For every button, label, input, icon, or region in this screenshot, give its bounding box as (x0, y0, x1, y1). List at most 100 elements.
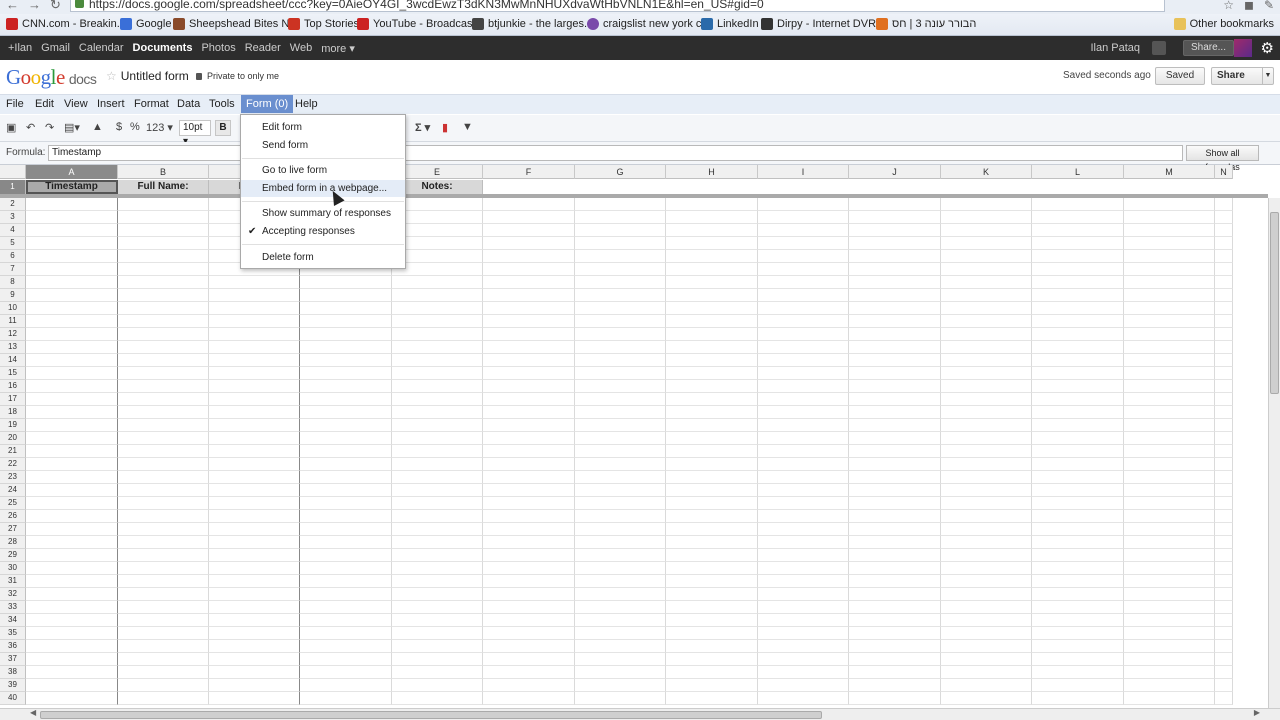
row-number[interactable]: 20 (0, 432, 26, 445)
grid-cell[interactable] (758, 562, 849, 575)
grid-cell[interactable] (575, 380, 666, 393)
grid-cell[interactable] (758, 549, 849, 562)
grid-cell[interactable] (666, 237, 758, 250)
grid-cell[interactable] (1215, 341, 1233, 354)
row-number[interactable]: 23 (0, 471, 26, 484)
grid-cell[interactable] (575, 432, 666, 445)
grid-cell[interactable] (392, 341, 483, 354)
menu-item-accepting-responses[interactable]: ✔ Accepting responses (241, 223, 405, 240)
grid-cell[interactable] (209, 575, 300, 588)
url-field[interactable]: https://docs.google.com/spreadsheet/ccc?… (70, 0, 1165, 12)
grid-cell[interactable] (118, 666, 209, 679)
grid-cell[interactable] (575, 354, 666, 367)
grid-cell[interactable] (1124, 354, 1215, 367)
grid-cell[interactable] (1032, 640, 1124, 653)
grid-cell[interactable] (118, 679, 209, 692)
grid-cell[interactable] (1124, 289, 1215, 302)
grid-cell[interactable] (392, 458, 483, 471)
grid-cell[interactable] (1215, 510, 1233, 523)
menu-form[interactable]: Form (0) (241, 95, 294, 113)
grid-cell[interactable] (941, 627, 1032, 640)
grid-cell[interactable] (941, 497, 1032, 510)
grid-cell[interactable] (941, 692, 1032, 705)
grid-cell[interactable] (1215, 523, 1233, 536)
grid-cell[interactable] (300, 302, 392, 315)
grid-cell[interactable] (1124, 380, 1215, 393)
grid-cell[interactable] (758, 627, 849, 640)
gbar-link-web[interactable]: Web (290, 42, 312, 55)
row-number[interactable]: 22 (0, 458, 26, 471)
grid-cell[interactable] (118, 263, 209, 276)
row-number[interactable]: 29 (0, 549, 26, 562)
grid-cell[interactable] (941, 393, 1032, 406)
grid-cell[interactable] (1215, 562, 1233, 575)
grid-cell[interactable] (483, 289, 575, 302)
grid-cell[interactable] (666, 263, 758, 276)
grid-cell[interactable] (666, 211, 758, 224)
grid-cell[interactable] (300, 692, 392, 705)
column-header-b[interactable]: B (118, 165, 209, 179)
currency-format-button[interactable]: $ (116, 121, 122, 133)
grid-cell[interactable] (209, 328, 300, 341)
scroll-left-icon[interactable]: ◀ (30, 708, 36, 717)
grid-cell[interactable] (483, 419, 575, 432)
grid-cell[interactable] (941, 601, 1032, 614)
grid-cell[interactable] (1124, 276, 1215, 289)
google-docs-logo[interactable]: Google docs (6, 65, 97, 90)
grid-cell[interactable] (1215, 211, 1233, 224)
grid-cell[interactable] (1215, 250, 1233, 263)
grid-cell[interactable] (1124, 250, 1215, 263)
grid-cell[interactable] (483, 250, 575, 263)
grid-cell[interactable] (1032, 510, 1124, 523)
grid-cell[interactable] (209, 601, 300, 614)
grid-cell[interactable] (209, 523, 300, 536)
grid-cell[interactable] (849, 601, 941, 614)
grid-cell[interactable] (849, 211, 941, 224)
grid-cell[interactable] (758, 198, 849, 211)
grid-cell[interactable] (849, 406, 941, 419)
grid-cell[interactable] (575, 419, 666, 432)
row-number[interactable]: 14 (0, 354, 26, 367)
row-number[interactable]: 35 (0, 627, 26, 640)
grid-cell[interactable] (849, 432, 941, 445)
vertical-scroll-thumb[interactable] (1270, 212, 1279, 394)
grid-cell[interactable] (118, 393, 209, 406)
grid-cell[interactable] (118, 432, 209, 445)
grid-cell[interactable] (1032, 276, 1124, 289)
grid-cell[interactable] (1032, 367, 1124, 380)
grid-cell[interactable] (392, 640, 483, 653)
grid-cell[interactable] (1032, 588, 1124, 601)
menu-item-send-form[interactable]: Send form (241, 137, 405, 154)
grid-cell[interactable] (26, 419, 118, 432)
user-name[interactable]: Ilan Pataq (1090, 42, 1140, 54)
grid-cell[interactable] (575, 692, 666, 705)
grid-cell[interactable] (118, 211, 209, 224)
redo-icon[interactable]: ↷ (45, 121, 54, 134)
grid-cell[interactable] (758, 263, 849, 276)
horizontal-scroll-thumb[interactable] (40, 711, 822, 719)
menu-insert[interactable]: Insert (97, 98, 125, 110)
row-number[interactable]: 3 (0, 211, 26, 224)
grid-cell[interactable] (209, 432, 300, 445)
grid-cell[interactable] (758, 276, 849, 289)
show-all-formulas-button[interactable]: Show all formulas (1186, 145, 1259, 172)
grid-cell[interactable] (209, 471, 300, 484)
menu-item-delete-form[interactable]: Delete form (241, 249, 405, 266)
grid-cell[interactable] (1124, 211, 1215, 224)
grid-cell[interactable] (1124, 601, 1215, 614)
grid-cell[interactable] (941, 367, 1032, 380)
grid-cell[interactable] (575, 601, 666, 614)
grid-cell[interactable] (392, 445, 483, 458)
grid-cell[interactable] (392, 575, 483, 588)
grid-cell[interactable] (26, 679, 118, 692)
grid-cell[interactable] (758, 354, 849, 367)
grid-cell[interactable] (300, 367, 392, 380)
grid-cell[interactable] (666, 510, 758, 523)
grid-cell[interactable] (26, 211, 118, 224)
wrench-icon[interactable]: ✎ (1264, 0, 1274, 12)
grid-cell[interactable] (1215, 692, 1233, 705)
grid-cell[interactable] (1032, 302, 1124, 315)
grid-cell[interactable] (392, 471, 483, 484)
grid-cell[interactable] (118, 315, 209, 328)
grid-cell[interactable] (1124, 419, 1215, 432)
